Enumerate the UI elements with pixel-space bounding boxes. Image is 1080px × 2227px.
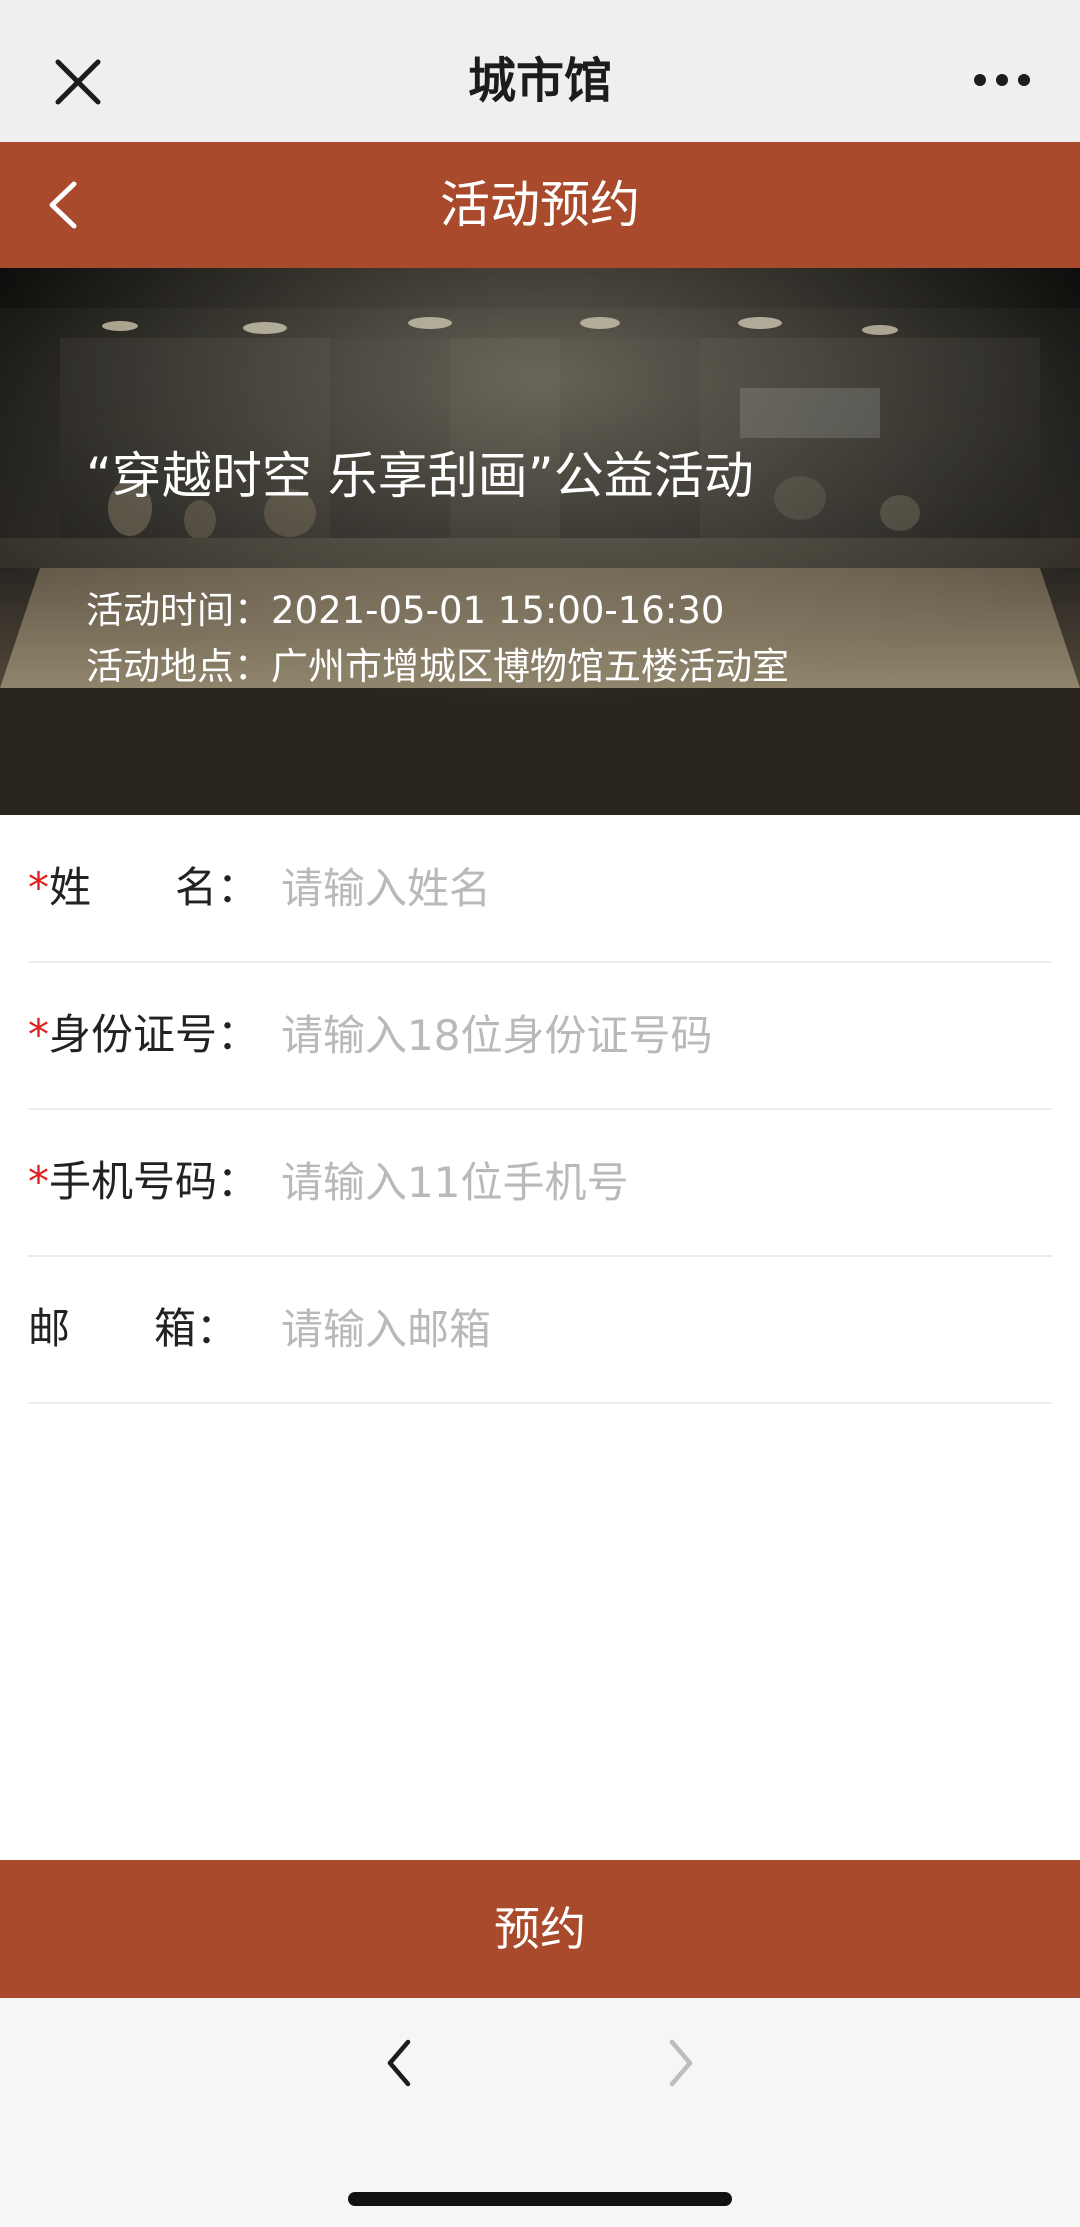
reserve-button[interactable]: 预约: [0, 1860, 1080, 1998]
browser-forward-icon: [654, 2038, 704, 2088]
form-row-phone: *手机号码：: [28, 1109, 1052, 1257]
form-row-name: *姓 名：: [28, 815, 1052, 963]
phone-input[interactable]: [281, 1147, 1041, 1217]
phone-field-label: *手机号码：: [28, 1157, 260, 1206]
event-title: “穿越时空 乐享刮画”公益活动: [86, 447, 754, 505]
browser-back-icon[interactable]: [376, 2038, 426, 2088]
more-icon[interactable]: [972, 64, 1032, 96]
name-input[interactable]: [281, 853, 1041, 923]
event-time: 活动时间：2021-05-01 15:00-16:30: [86, 580, 724, 634]
page-header: 活动预约: [0, 142, 1080, 268]
name-field-label: *姓 名：: [28, 863, 260, 912]
banner-background-image: [0, 268, 1080, 815]
close-icon[interactable]: [48, 52, 108, 112]
app-title: 城市馆: [467, 53, 612, 109]
form-row-email: 邮 箱：: [28, 1256, 1052, 1404]
page-title: 活动预约: [440, 176, 640, 234]
id-number-field-label: *身份证号：: [28, 1010, 260, 1059]
required-mark: *: [28, 1010, 49, 1059]
form-row-id-number: *身份证号：: [28, 962, 1052, 1110]
event-place-label: 活动地点：: [86, 645, 271, 688]
email-input[interactable]: [281, 1294, 1041, 1364]
home-indicator: [348, 2192, 732, 2206]
required-mark: *: [28, 863, 49, 912]
event-place: 活动地点：广州市增城区博物馆五楼活动室: [86, 636, 789, 690]
event-place-value: 广州市增城区博物馆五楼活动室: [271, 645, 789, 688]
required-mark: *: [28, 1157, 49, 1206]
email-field-label: 邮 箱：: [28, 1304, 239, 1353]
top-bar: 城市馆: [0, 0, 1080, 142]
event-banner: “穿越时空 乐享刮画”公益活动 活动时间：2021-05-01 15:00-16…: [0, 268, 1080, 815]
event-time-label: 活动时间：: [86, 589, 271, 632]
id-number-input[interactable]: [281, 1000, 1041, 1070]
event-time-value: 2021-05-01 15:00-16:30: [271, 589, 725, 632]
